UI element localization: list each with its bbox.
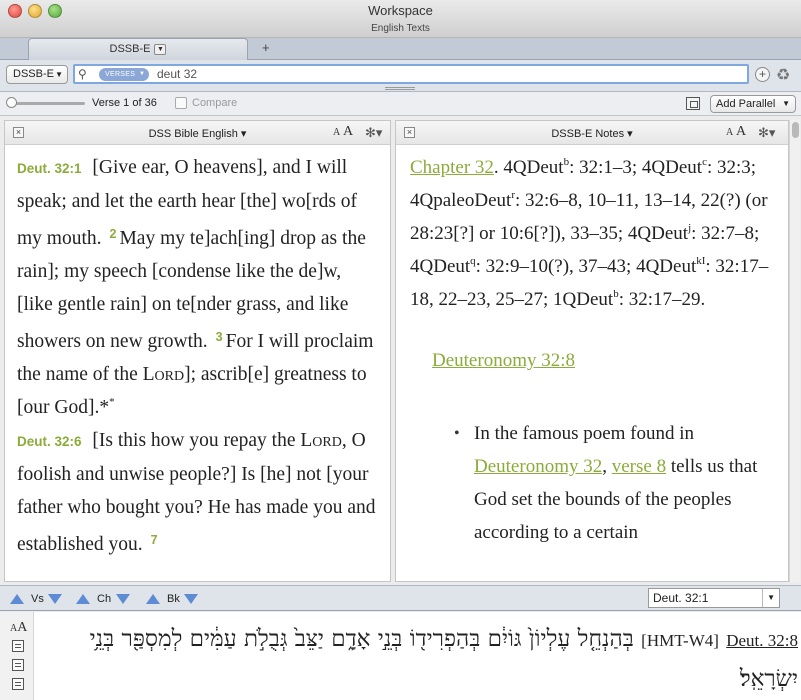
- verse-reference[interactable]: Deut. 32:6: [17, 434, 82, 449]
- verse-bar: Verse 1 of 36 Compare Add Parallel ▼: [0, 92, 801, 116]
- font-smaller-button[interactable]: A: [333, 127, 340, 138]
- tab-strip: DSSB-E ▼ +: [0, 38, 801, 60]
- chevron-down-icon: ▼: [138, 71, 146, 77]
- verse-reference[interactable]: Deut. 32:1: [17, 161, 82, 176]
- note-text: : 32:9–10(?), 37–43; 4QDeut: [475, 256, 697, 277]
- pane-title[interactable]: DSSB-E Notes: [551, 128, 624, 140]
- add-circle-button[interactable]: +: [755, 67, 770, 82]
- hebrew-verse: Deut. 32:8 [HMT-W4] בְּהַנְחֵ֤ל עֶלְיוֹן…: [40, 620, 798, 698]
- previous-verse-button[interactable]: [10, 594, 24, 604]
- sync-icon[interactable]: ♻: [776, 65, 790, 85]
- verse-8-link[interactable]: verse 8: [612, 456, 666, 477]
- verse-slider-track[interactable]: [10, 102, 85, 105]
- verse-number[interactable]: 2: [110, 227, 117, 241]
- search-input[interactable]: ⚲ VERSES ▼ deut 32: [73, 64, 749, 84]
- verse-number[interactable]: 3: [216, 330, 223, 344]
- bible-passage: Deut. 32:1 [Give ear, O heavens], and I …: [17, 151, 379, 561]
- hebrew-pane: AA Deut. 32:8 [HMT-W4] בְּהַנְחֵ֤ל עֶלְי…: [0, 612, 801, 700]
- verse-nav-label: Vs: [31, 593, 44, 605]
- notes-content: Chapter 32. 4QDeutb: 32:1–3; 4QDeutc: 32…: [410, 151, 770, 549]
- toolbar: DSSB-E ▼ ⚲ VERSES ▼ deut 32 + ♻: [0, 60, 801, 92]
- compare-checkbox[interactable]: [175, 97, 187, 109]
- footnote-marker[interactable]: *: [109, 396, 115, 408]
- resource-select-value: DSSB-E: [13, 68, 54, 80]
- verse-slider-knob[interactable]: [6, 97, 17, 108]
- hebrew-reference-link[interactable]: Deut. 32:8: [726, 631, 798, 650]
- font-larger-button[interactable]: A: [343, 124, 353, 140]
- scroll-thumb[interactable]: [792, 122, 799, 138]
- chevron-down-icon: ▼: [55, 70, 63, 79]
- manuscript-note: Chapter 32. 4QDeutb: 32:1–3; 4QDeutc: 32…: [410, 151, 770, 316]
- chapter-nav-label: Ch: [97, 593, 112, 605]
- bullet-text: In the famous poem found in: [474, 423, 695, 444]
- gear-icon[interactable]: ✻▾: [758, 125, 775, 141]
- deuteronomy-32-link[interactable]: Deuteronomy 32: [474, 456, 602, 477]
- gear-icon[interactable]: ✻▾: [365, 125, 382, 141]
- next-verse-button[interactable]: [48, 594, 62, 604]
- title-bar: Workspace English Texts: [0, 0, 801, 38]
- note-text: : 32:17–29.: [618, 289, 706, 310]
- note-text: : 32:1–3; 4QDeut: [569, 157, 703, 178]
- divine-name: Lord: [142, 364, 185, 385]
- next-book-button[interactable]: [184, 594, 198, 604]
- compare-label: Compare: [192, 97, 238, 109]
- book-nav-label: Bk: [167, 593, 180, 605]
- notes-pane: × DSSB-E Notes ▾ A A ✻▾ Chapter 32. 4QDe…: [395, 120, 789, 582]
- list-icon[interactable]: [12, 659, 24, 671]
- search-icon[interactable]: ⚲: [78, 67, 87, 81]
- pane-header: × DSSB-E Notes ▾ A A ✻▾: [396, 121, 788, 145]
- verse-number[interactable]: 7: [151, 533, 158, 547]
- bible-text-pane: × DSS Bible English ▾ A A ✻▾ Deut. 32:1 …: [4, 120, 391, 582]
- pane-title[interactable]: DSS Bible English: [149, 128, 238, 140]
- search-query-text[interactable]: deut 32: [157, 66, 197, 82]
- font-larger-button[interactable]: A: [17, 620, 27, 635]
- previous-chapter-button[interactable]: [76, 594, 90, 604]
- verse-text: [Is this how you repay the: [92, 430, 301, 451]
- tab-dssb-e[interactable]: DSSB-E ▼: [28, 38, 248, 60]
- combo-separator: [762, 589, 763, 607]
- add-parallel-label: Add Parallel: [716, 98, 776, 110]
- notes-icon[interactable]: [12, 678, 24, 690]
- navigation-bar: Vs Ch Bk Deut. 32:1 ▼: [0, 585, 801, 611]
- resource-select[interactable]: DSSB-E ▼: [6, 65, 68, 84]
- font-size-controls: AA: [10, 620, 27, 636]
- bullet-separator: ,: [602, 456, 612, 477]
- close-pane-icon[interactable]: ×: [13, 127, 24, 138]
- search-mode-label: VERSES: [105, 71, 136, 78]
- next-chapter-button[interactable]: [116, 594, 130, 604]
- pane-header: × DSS Bible English ▾ A A ✻▾: [5, 121, 390, 145]
- document-icon[interactable]: [12, 640, 24, 652]
- tab-menu-icon[interactable]: ▼: [154, 43, 167, 55]
- reference-combo[interactable]: Deut. 32:1 ▼: [648, 588, 780, 608]
- verse-status: Verse 1 of 36: [92, 97, 157, 109]
- add-parallel-button[interactable]: Add Parallel ▼: [710, 95, 796, 113]
- close-pane-icon[interactable]: ×: [404, 127, 415, 138]
- previous-book-button[interactable]: [146, 594, 160, 604]
- chevron-down-icon: ▼: [782, 99, 790, 108]
- tab-label: DSSB-E: [109, 43, 151, 55]
- window-subtitle: English Texts: [371, 23, 430, 34]
- note-text: . 4QDeut: [493, 157, 564, 178]
- notes-scrollbar[interactable]: [789, 120, 800, 582]
- chapter-link[interactable]: Chapter 32: [410, 157, 494, 178]
- chevron-down-icon[interactable]: ▼: [767, 589, 775, 607]
- font-smaller-button[interactable]: A: [726, 127, 733, 138]
- note-bullet: In the famous poem found in Deuteronomy …: [454, 417, 770, 549]
- new-tab-button[interactable]: +: [262, 40, 270, 55]
- font-larger-button[interactable]: A: [736, 124, 746, 140]
- side-toolbar: AA: [0, 612, 34, 700]
- search-mode-token[interactable]: VERSES ▼: [99, 68, 150, 81]
- divine-name: Lord: [300, 430, 342, 451]
- resize-grip[interactable]: [385, 87, 415, 90]
- text-tag: [HMT-W4]: [641, 631, 719, 650]
- reference-value: Deut. 32:1: [653, 591, 709, 605]
- window-title: Workspace: [368, 3, 433, 18]
- parallel-view-icon[interactable]: [686, 97, 700, 110]
- section-heading-link[interactable]: Deuteronomy 32:8: [432, 344, 770, 377]
